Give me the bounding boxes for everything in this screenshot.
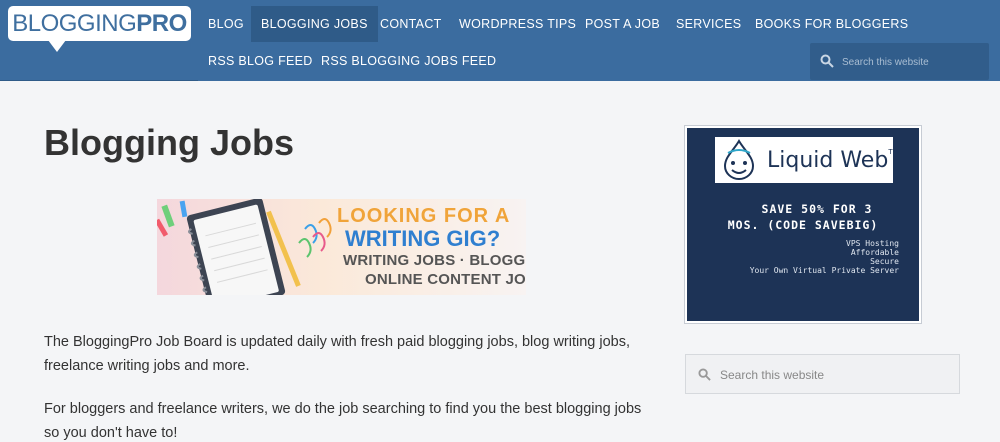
writing-gig-banner[interactable]: LOOKING FOR A WRITING GIG? WRITING JOBS … xyxy=(157,199,526,295)
banner-line-3: WRITING JOBS · BLOGGER JOBS xyxy=(343,252,526,269)
ad-offer-line-1: SAVE 50% FOR 3 xyxy=(761,202,873,216)
logo-text: BLOGGINGPRO xyxy=(12,9,187,37)
header-search-input[interactable] xyxy=(842,52,982,72)
nav-item-wordpress-tips[interactable]: WORDPRESS TIPS xyxy=(449,6,586,42)
nav-item-contact[interactable]: CONTACT xyxy=(370,6,452,42)
ad-feature-3: Secure xyxy=(870,257,899,266)
nav-item-blog[interactable]: BLOG xyxy=(198,6,254,42)
ad-feature-1: VPS Hosting xyxy=(846,239,899,248)
search-icon xyxy=(698,368,711,381)
nav-item-rss-blogging-jobs-feed[interactable]: RSS BLOGGING JOBS FEED xyxy=(311,43,506,79)
intro-paragraph: The BloggingPro Job Board is updated dai… xyxy=(44,334,630,374)
ad-feature-2: Affordable xyxy=(850,248,899,257)
liquid-web-logo: Liquid WebTM xyxy=(715,137,899,183)
nav-item-services[interactable]: SERVICES xyxy=(666,6,751,42)
header-search xyxy=(810,43,989,80)
site-logo[interactable]: BLOGGINGPRO xyxy=(8,6,191,52)
nav-item-post-a-job[interactable]: POST A JOB xyxy=(575,6,670,42)
liquid-web-mascot-icon xyxy=(723,139,755,180)
sidebar-search-input[interactable] xyxy=(720,365,950,385)
nav-item-rss-blog-feed[interactable]: RSS BLOG FEED xyxy=(198,43,323,79)
search-icon xyxy=(820,54,834,68)
banner-line-4: ONLINE CONTENT JOBS xyxy=(365,271,526,288)
site-header: BLOGGINGPRO BLOG BLOGGING JOBS CONTACT W… xyxy=(0,0,1000,81)
ad-feature-4: Your Own Virtual Private Server xyxy=(749,266,899,275)
page-title: Blogging Jobs xyxy=(44,122,294,163)
banner-line-2: WRITING GIG? xyxy=(345,226,501,251)
ad-offer-line-2: MOS. (CODE SAVEBIG) xyxy=(727,218,879,232)
notebook-illustration xyxy=(157,199,332,295)
nav-item-blogging-jobs[interactable]: BLOGGING JOBS xyxy=(251,6,378,42)
nav-item-books-for-bloggers[interactable]: BOOKS FOR BLOGGERS xyxy=(745,6,918,42)
sidebar-search xyxy=(685,354,960,394)
logo-pointer xyxy=(48,40,66,52)
secondary-paragraph: For bloggers and freelance writers, we d… xyxy=(44,401,642,441)
banner-line-1: LOOKING FOR A xyxy=(337,205,511,227)
liquid-web-ad[interactable]: Liquid WebTM SAVE 50% FOR 3 MOS. (CODE S… xyxy=(684,125,922,324)
liquid-web-brand: Liquid WebTM xyxy=(767,148,899,173)
